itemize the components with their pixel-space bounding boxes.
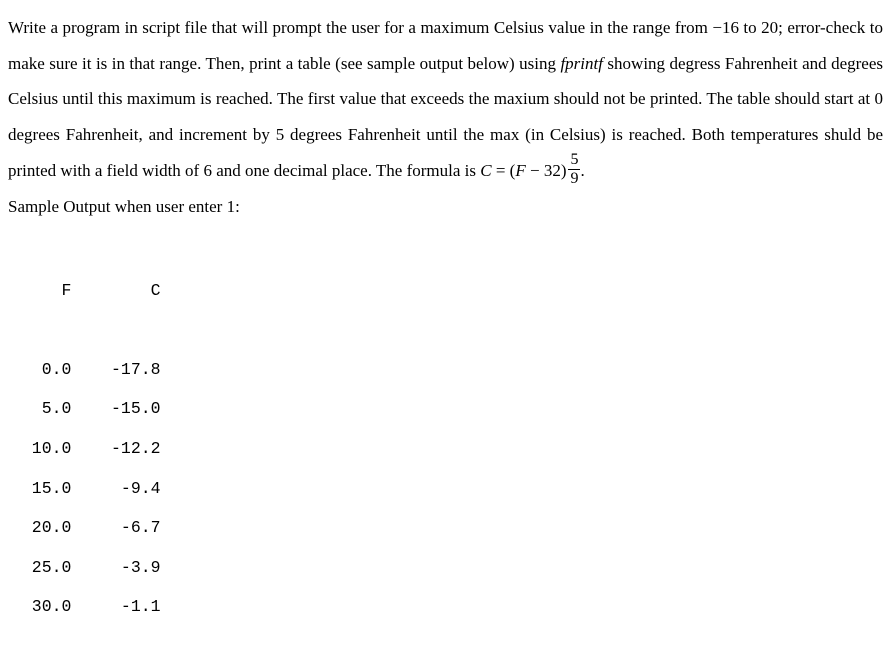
fraction-denominator: 9 — [568, 170, 580, 187]
table-header: F C — [12, 281, 161, 300]
table-row: 10.0 -12.2 — [12, 439, 161, 458]
table-row: 0.0 -17.8 — [12, 360, 161, 379]
formula-F: F — [515, 161, 525, 180]
table-row: 15.0 -9.4 — [12, 479, 161, 498]
sample-output-label: Sample Output when user enter 1: — [8, 189, 883, 225]
table-row: 30.0 -1.1 — [12, 597, 161, 616]
fprintf-keyword: fprintf — [560, 54, 603, 73]
problem-statement: Write a program in script file that will… — [8, 10, 883, 189]
range-low: −16 — [712, 18, 739, 37]
table-row: 25.0 -3.9 — [12, 558, 161, 577]
table-row: 20.0 -6.7 — [12, 518, 161, 537]
formula-period: . — [580, 161, 584, 180]
formula-fraction: 59 — [568, 152, 580, 187]
fraction-numerator: 5 — [568, 152, 580, 170]
table-row: 5.0 -15.0 — [12, 399, 161, 418]
sample-output-table: F C 0.0 -17.8 5.0 -15.0 10.0 -12.2 15.0 … — [12, 231, 883, 627]
formula-minus32: − 32) — [526, 161, 567, 180]
formula-C: C — [480, 161, 491, 180]
formula-eq: = ( — [492, 161, 516, 180]
text-part-1: Write a program in script file that will… — [8, 18, 712, 37]
